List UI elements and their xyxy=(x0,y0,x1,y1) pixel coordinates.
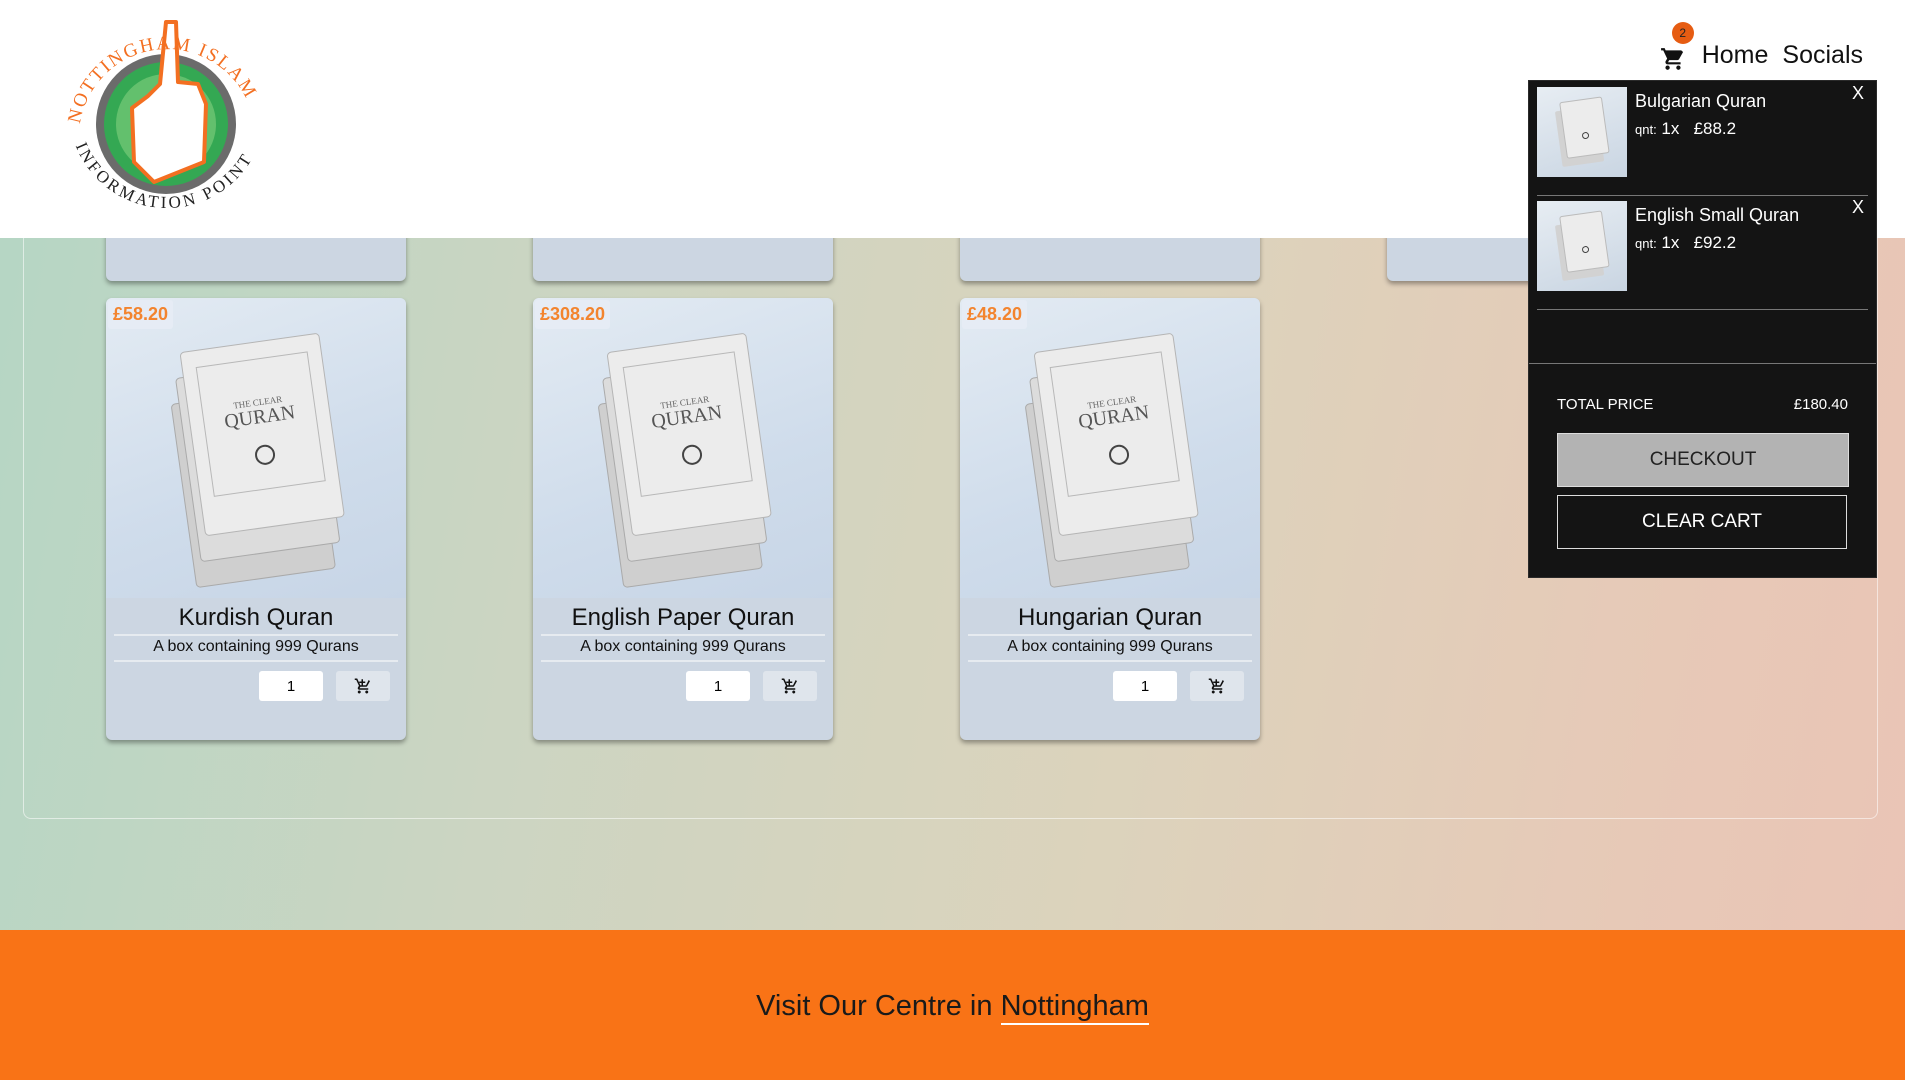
quran-box-image: THE CLEAR QURAN xyxy=(533,298,833,598)
cart-item: English Small Quran qnt: 1x £92.2 X xyxy=(1537,195,1868,310)
product-card: THE CLEAR QURAN £58.20 Kurdish Quran A b… xyxy=(106,298,406,740)
add-to-cart-button[interactable] xyxy=(336,671,390,701)
footer-message: Visit Our Centre in Nottingham xyxy=(0,990,1905,1025)
product-title: English Paper Quran xyxy=(541,604,825,636)
total-price-label: TOTAL PRICE xyxy=(1557,396,1654,413)
cart-divider xyxy=(1529,363,1876,364)
product-description: A box containing 999 Qurans xyxy=(541,638,825,662)
add-cart-icon xyxy=(781,678,797,694)
cart-panel: Bulgarian Quran qnt: 1x £88.2 X English … xyxy=(1528,80,1877,578)
add-cart-icon xyxy=(1208,678,1224,694)
product-description: A box containing 999 Qurans xyxy=(114,638,398,662)
cart-item-image xyxy=(1537,87,1627,177)
price-badge: £58.20 xyxy=(108,300,174,329)
quran-box-image: THE CLEAR QURAN xyxy=(106,298,406,598)
site-logo[interactable]: NOTTINGHAM ISLAM INFORMATION POINT xyxy=(58,12,276,222)
add-to-cart-button[interactable] xyxy=(763,671,817,701)
product-title: Kurdish Quran xyxy=(114,604,398,636)
cart-count-badge: 2 xyxy=(1671,22,1694,44)
price-badge: £48.20 xyxy=(962,300,1028,329)
cart-item-name: English Small Quran xyxy=(1635,205,1800,225)
cart-item-qty: qnt: 1x £88.2 xyxy=(1635,119,1737,138)
clear-cart-button[interactable]: CLEAR CART xyxy=(1557,495,1847,549)
cart-item-image xyxy=(1537,201,1627,291)
checkout-button[interactable]: CHECKOUT xyxy=(1557,433,1849,487)
add-cart-icon xyxy=(354,678,370,694)
remove-item-button[interactable]: X xyxy=(1852,197,1864,218)
remove-item-button[interactable]: X xyxy=(1852,83,1864,104)
cart-button[interactable]: 2 xyxy=(1658,22,1694,72)
total-price-value: £180.40 xyxy=(1793,396,1848,413)
product-card: THE CLEAR QURAN £308.20 English Paper Qu… xyxy=(533,298,833,740)
add-to-cart-button[interactable] xyxy=(1190,671,1244,701)
nav-socials-link[interactable]: Socials xyxy=(1782,41,1863,70)
product-description: A box containing 999 Qurans xyxy=(968,638,1252,662)
product-title: Hungarian Quran xyxy=(968,604,1252,636)
product-card: THE CLEAR QURAN £48.20 Hungarian Quran A… xyxy=(960,298,1260,740)
site-footer: Visit Our Centre in Nottingham xyxy=(0,930,1905,1080)
quantity-input[interactable] xyxy=(686,671,750,701)
quran-box-image: THE CLEAR QURAN xyxy=(960,298,1260,598)
top-nav: 2 Home Socials xyxy=(1658,22,1863,72)
quantity-input[interactable] xyxy=(259,671,323,701)
cart-item: Bulgarian Quran qnt: 1x £88.2 X xyxy=(1537,81,1868,196)
quantity-input[interactable] xyxy=(1113,671,1177,701)
cart-icon xyxy=(1660,48,1683,70)
footer-location-link[interactable]: Nottingham xyxy=(1000,990,1149,1025)
nav-home-link[interactable]: Home xyxy=(1702,41,1769,70)
cart-item-qty: qnt: 1x £92.2 xyxy=(1635,233,1737,252)
cart-item-name: Bulgarian Quran xyxy=(1635,91,1767,111)
price-badge: £308.20 xyxy=(535,300,611,329)
